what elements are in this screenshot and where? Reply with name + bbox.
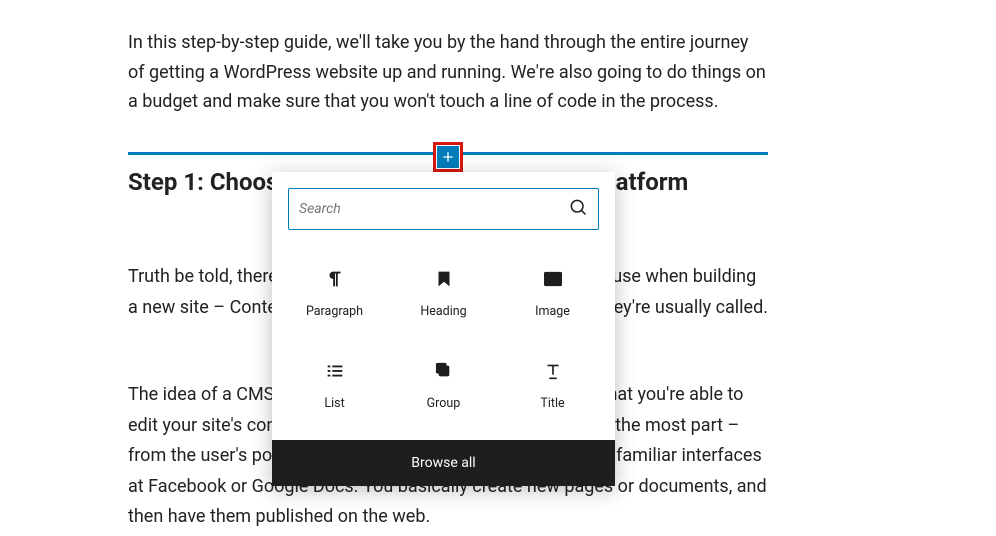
browse-all-button[interactable]: Browse all (272, 440, 615, 486)
group-icon (431, 358, 457, 384)
block-title-label: Title (540, 396, 564, 411)
intro-paragraph: In this step-by-step guide, we'll take y… (128, 28, 768, 117)
block-title[interactable]: Title (498, 338, 607, 430)
paragraph-icon (322, 266, 348, 292)
search-box[interactable] (288, 188, 599, 230)
image-icon (540, 266, 566, 292)
search-icon (568, 197, 588, 221)
block-list-label: List (324, 396, 344, 411)
block-paragraph-label: Paragraph (306, 304, 363, 319)
block-insert-divider (128, 146, 768, 160)
block-heading-label: Heading (420, 304, 466, 319)
title-icon (540, 358, 566, 384)
block-grid: Paragraph Heading Image List Group (272, 246, 615, 440)
block-paragraph[interactable]: Paragraph (280, 246, 389, 338)
plus-icon (437, 146, 459, 168)
list-icon (322, 358, 348, 384)
block-inserter-popover: Paragraph Heading Image List Group (272, 172, 615, 486)
search-wrap (272, 172, 615, 246)
search-input[interactable] (299, 201, 568, 217)
block-image-label: Image (535, 304, 570, 319)
block-group[interactable]: Group (389, 338, 498, 430)
block-group-label: Group (427, 396, 461, 411)
block-image[interactable]: Image (498, 246, 607, 338)
block-heading[interactable]: Heading (389, 246, 498, 338)
block-list[interactable]: List (280, 338, 389, 430)
heading-icon (431, 266, 457, 292)
